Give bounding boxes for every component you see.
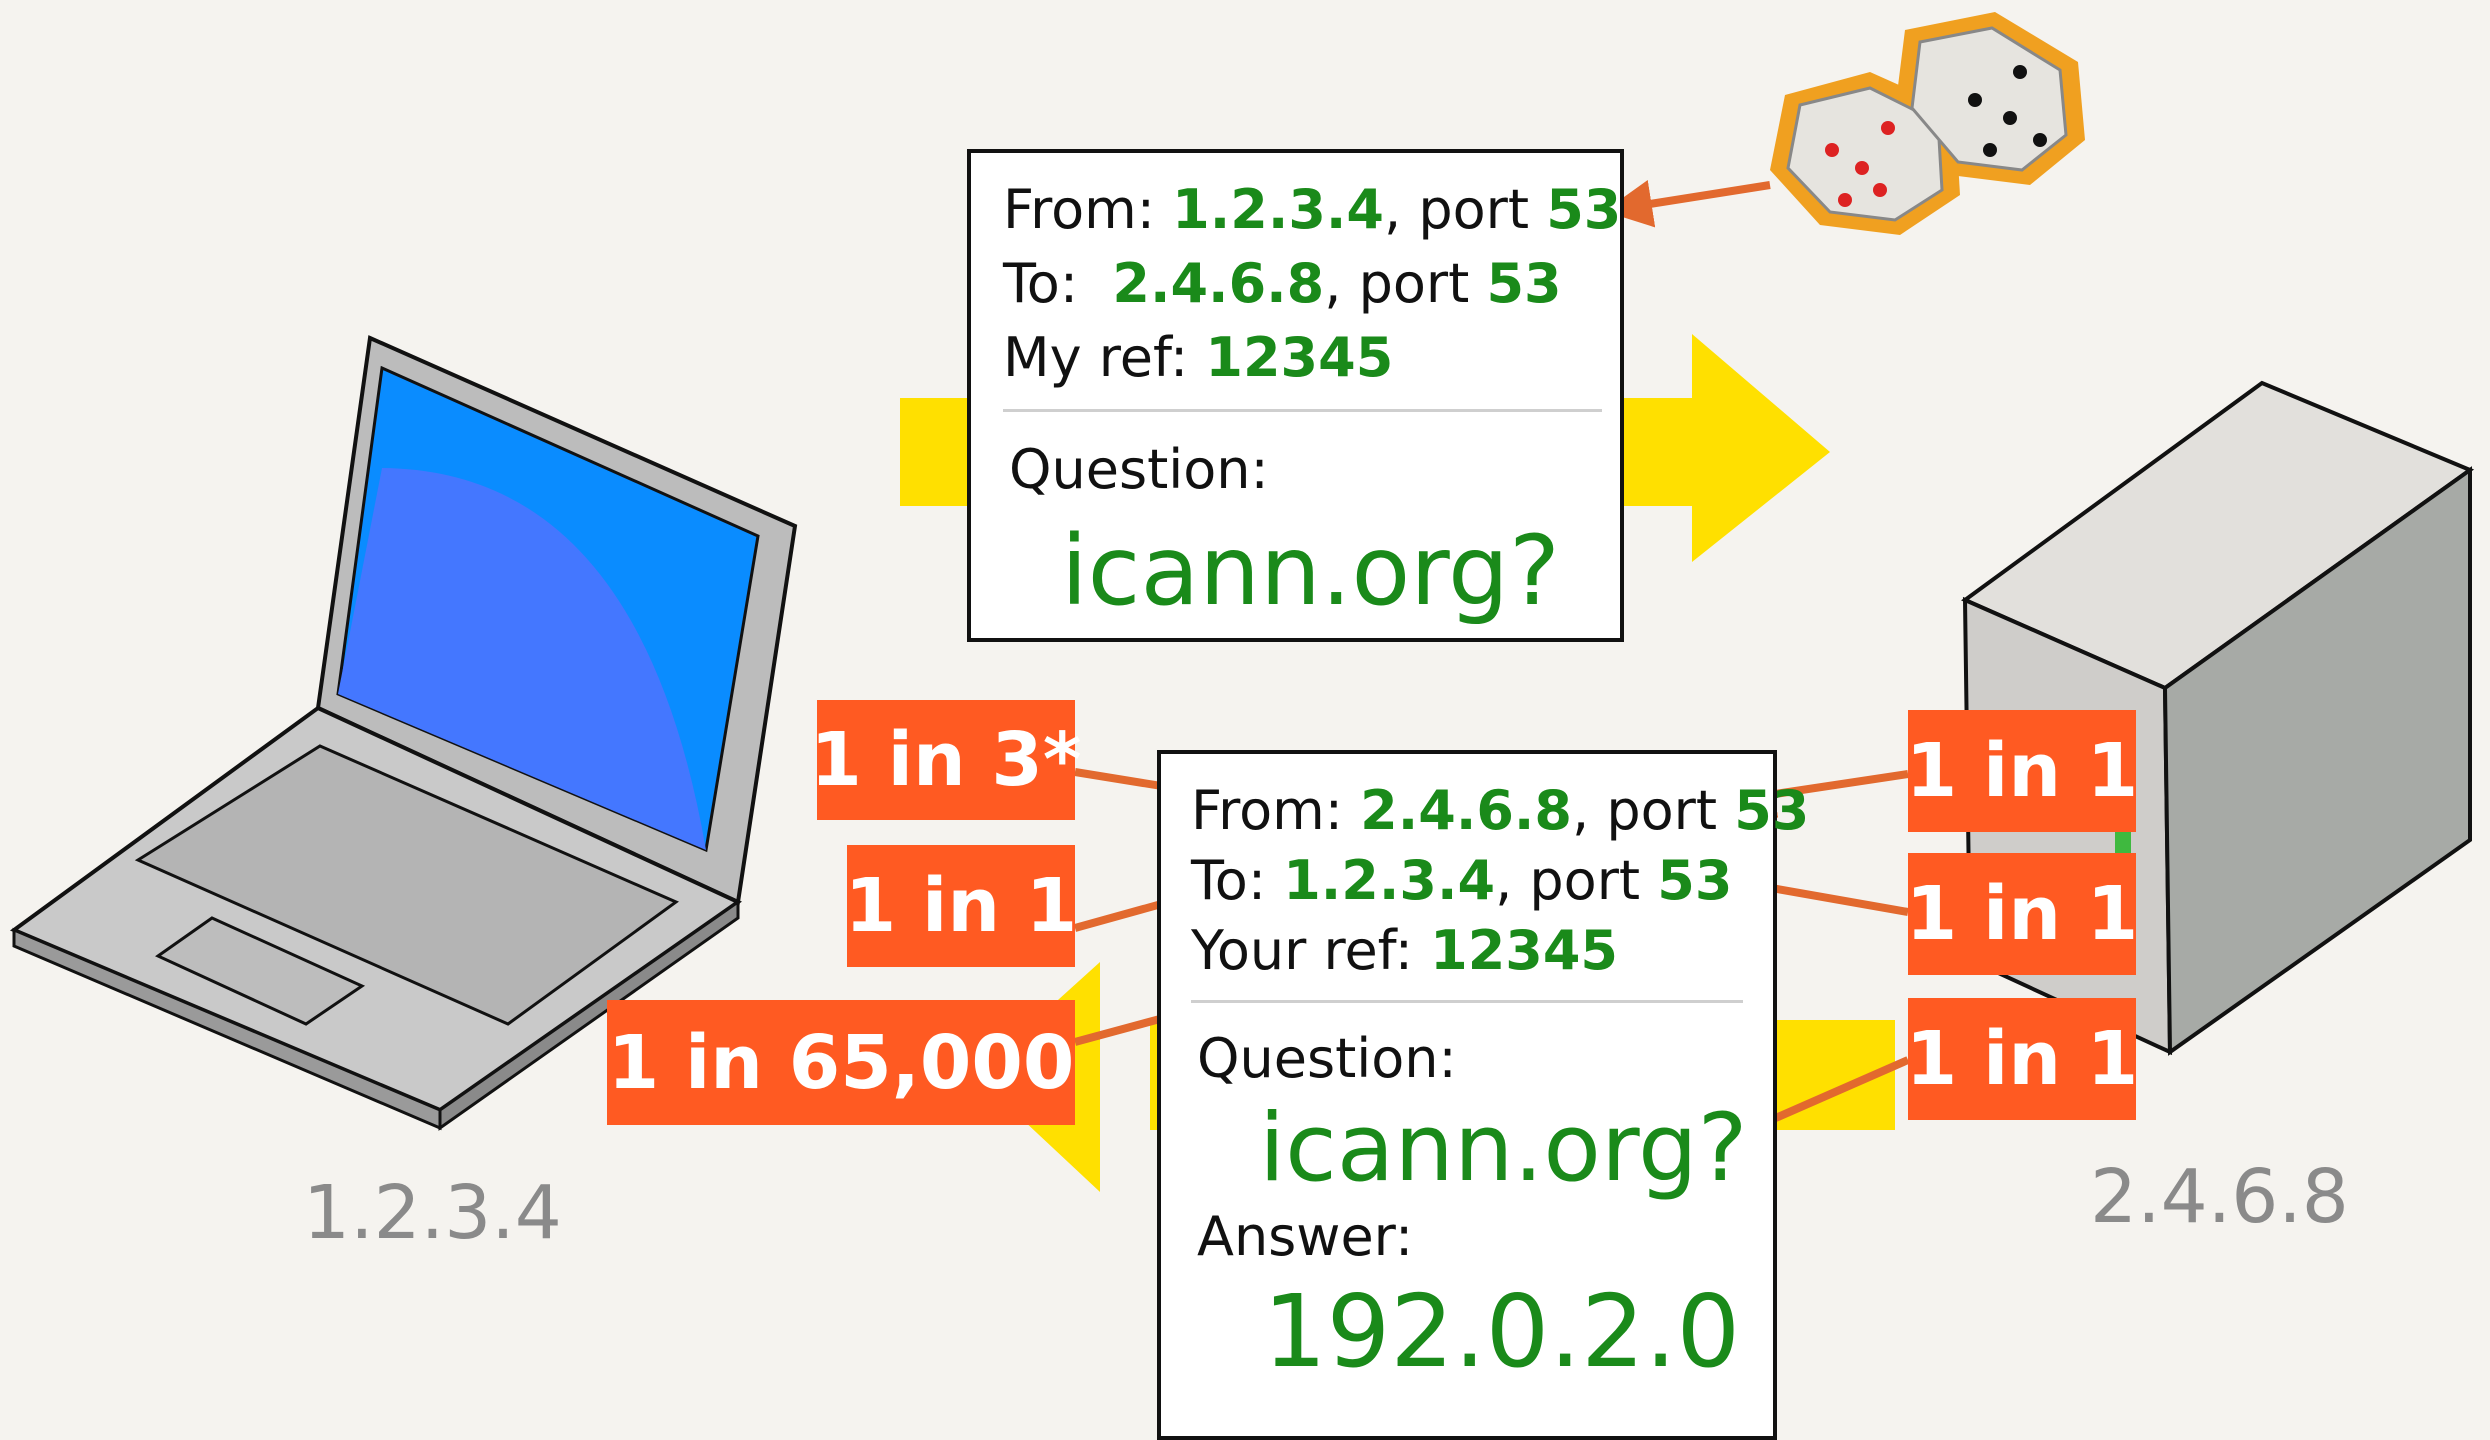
odds-label-attacker-from: 1 in 3* <box>810 700 1082 820</box>
from-label: From: <box>1191 779 1343 842</box>
odds-label-server-question: 1 in 1 <box>1906 998 2138 1120</box>
query-question-label: Question: <box>1009 438 1269 501</box>
divider <box>1191 1000 1743 1003</box>
port-label: , port <box>1384 178 1530 241</box>
reply-answer: 192.0.2.0 <box>1263 1273 1741 1390</box>
port-label: , port <box>1572 779 1718 842</box>
reply-answer-label: Answer: <box>1197 1205 1414 1268</box>
reply-from-line: From: 2.4.6.8, port 53 <box>1191 784 1809 838</box>
to-label: To: <box>1191 849 1267 912</box>
port-label: , port <box>1324 252 1470 315</box>
reply-ref-value: 12345 <box>1430 919 1619 982</box>
reply-from-port: 53 <box>1734 779 1810 842</box>
ref-label: Your ref: <box>1191 919 1413 982</box>
reply-packet: From: 2.4.6.8, port 53 To: 1.2.3.4, port… <box>1157 750 1809 1440</box>
reply-from-ip: 2.4.6.8 <box>1360 779 1572 842</box>
reply-to-line: To: 1.2.3.4, port 53 <box>1191 854 1732 908</box>
query-to-port: 53 <box>1486 252 1562 315</box>
to-label: To: <box>1003 252 1079 315</box>
query-question: icann.org? <box>1061 515 1560 627</box>
ref-label: My ref: <box>1003 326 1189 389</box>
odds-label-attacker-to: 1 in 1 <box>845 845 1077 967</box>
query-from-line: From: 1.2.3.4, port 53 <box>1003 183 1621 237</box>
client-ip-label: 1.2.3.4 <box>303 1170 562 1256</box>
reply-to-port: 53 <box>1657 849 1733 912</box>
from-label: From: <box>1003 178 1155 241</box>
server-ip-label: 2.4.6.8 <box>2090 1154 2349 1240</box>
query-from-port: 53 <box>1546 178 1622 241</box>
query-ref-value: 12345 <box>1205 326 1394 389</box>
dice-icon <box>1770 12 2085 235</box>
query-to-line: To: 2.4.6.8, port 53 <box>1003 257 1562 311</box>
reply-question-label: Question: <box>1197 1027 1457 1090</box>
odds-label-attacker-ref: 1 in 65,000 <box>607 1000 1075 1125</box>
port-label: , port <box>1495 849 1641 912</box>
reply-question: icann.org? <box>1259 1094 1748 1203</box>
dns-spoofing-diagram: From: 1.2.3.4, port 53 To: 2.4.6.8, port… <box>0 0 2490 1440</box>
divider <box>1003 409 1602 412</box>
dice-pointer-arrow <box>1604 180 1771 228</box>
query-packet: From: 1.2.3.4, port 53 To: 2.4.6.8, port… <box>967 149 1624 642</box>
odds-label-server-from: 1 in 1 <box>1906 710 2138 832</box>
reply-ref-line: Your ref: 12345 <box>1191 924 1618 978</box>
query-from-ip: 1.2.3.4 <box>1172 178 1384 241</box>
query-ref-line: My ref: 12345 <box>1003 331 1393 385</box>
reply-to-ip: 1.2.3.4 <box>1283 849 1496 912</box>
odds-label-server-to: 1 in 1 <box>1906 853 2138 975</box>
query-to-ip: 2.4.6.8 <box>1112 252 1325 315</box>
